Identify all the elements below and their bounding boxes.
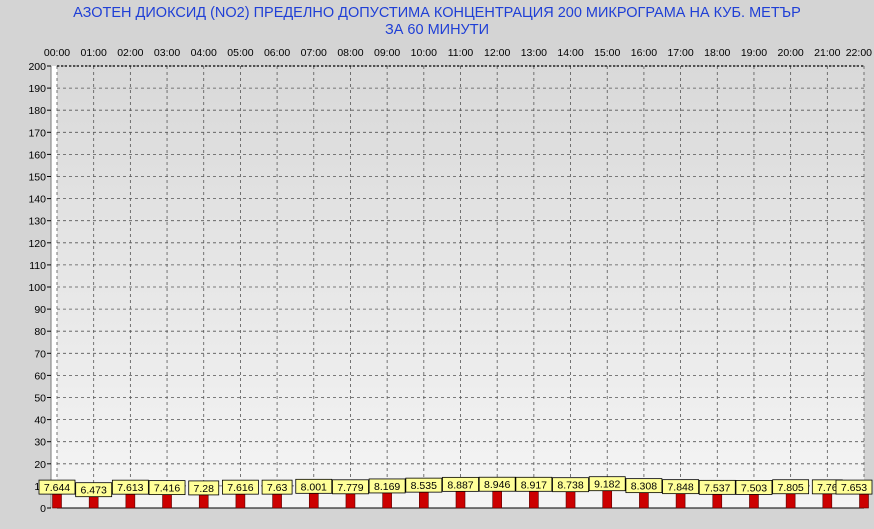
data-label: 7.613 [117, 482, 143, 494]
x-tick-label: 12:00 [484, 47, 510, 59]
data-label: 6.473 [81, 485, 107, 497]
data-label: 8.738 [557, 480, 583, 492]
x-tick-label: 08:00 [337, 47, 363, 59]
y-tick-label: 50 [34, 393, 46, 405]
x-tick-label: 10:00 [411, 47, 437, 59]
data-label: 7.848 [667, 482, 693, 494]
x-tick-label: 00:00 [44, 47, 70, 59]
y-tick-label: 180 [28, 105, 46, 117]
x-tick-label: 22:00 [846, 47, 872, 59]
x-tick-label: 18:00 [704, 47, 730, 59]
y-tick-label: 200 [28, 61, 46, 73]
data-label: 7.416 [154, 483, 180, 495]
y-tick-label: 130 [28, 216, 46, 228]
x-tick-label: 05:00 [227, 47, 253, 59]
x-tick-label: 06:00 [264, 47, 290, 59]
data-label: 8.917 [521, 479, 547, 491]
data-label: 7.805 [777, 482, 803, 494]
data-label: 7.653 [841, 482, 867, 494]
chart-canvas: 0102030405060708090100110120130140150160… [28, 47, 873, 515]
y-tick-label: 40 [34, 415, 46, 427]
x-tick-label: 07:00 [301, 47, 327, 59]
x-tick-label: 13:00 [521, 47, 547, 59]
data-label: 8.887 [447, 479, 473, 491]
data-label: 7.644 [44, 482, 70, 494]
x-tick-label: 01:00 [81, 47, 107, 59]
x-tick-label: 03:00 [154, 47, 180, 59]
data-label: 8.169 [374, 481, 400, 493]
x-tick-label: 20:00 [777, 47, 803, 59]
y-tick-label: 160 [28, 149, 46, 161]
data-label: 7.503 [741, 482, 767, 494]
x-tick-label: 04:00 [191, 47, 217, 59]
y-axis-band [51, 66, 57, 508]
y-tick-label: 0 [40, 503, 46, 515]
data-label: 8.308 [631, 481, 657, 493]
y-tick-label: 20 [34, 459, 46, 471]
y-tick-label: 120 [28, 238, 46, 250]
x-tick-label: 21:00 [814, 47, 840, 59]
y-tick-label: 110 [29, 260, 46, 272]
data-label: 8.946 [484, 479, 510, 491]
y-tick-label: 30 [34, 437, 46, 449]
data-label: 7.28 [194, 483, 215, 495]
data-label: 8.535 [411, 480, 437, 492]
y-tick-label: 90 [34, 304, 46, 316]
y-tick-label: 140 [28, 194, 46, 206]
x-tick-label: 02:00 [117, 47, 143, 59]
y-tick-label: 60 [34, 370, 46, 382]
data-label: 7.779 [337, 482, 363, 494]
x-tick-label: 15:00 [594, 47, 620, 59]
data-label: 8.001 [301, 481, 327, 493]
x-tick-label: 09:00 [374, 47, 400, 59]
y-tick-label: 150 [28, 172, 46, 184]
y-tick-label: 170 [28, 127, 46, 139]
y-tick-label: 100 [28, 282, 46, 294]
x-tick-label: 17:00 [667, 47, 693, 59]
chart: АЗОТЕН ДИОКСИД (NO2) ПРЕДЕЛНО ДОПУСТИМА … [0, 0, 874, 529]
x-tick-label: 11:00 [448, 47, 474, 59]
data-label: 7.537 [704, 482, 730, 494]
x-tick-label: 14:00 [557, 47, 583, 59]
data-label: 7.76 [817, 482, 838, 494]
x-tick-label: 16:00 [631, 47, 657, 59]
y-tick-label: 190 [28, 83, 46, 95]
y-tick-label: 70 [34, 348, 46, 360]
data-label: 7.616 [227, 482, 253, 494]
data-label: 7.63 [267, 482, 288, 494]
x-tick-label: 19:00 [741, 47, 767, 59]
y-tick-label: 80 [34, 326, 46, 338]
data-label: 9.182 [594, 479, 620, 491]
